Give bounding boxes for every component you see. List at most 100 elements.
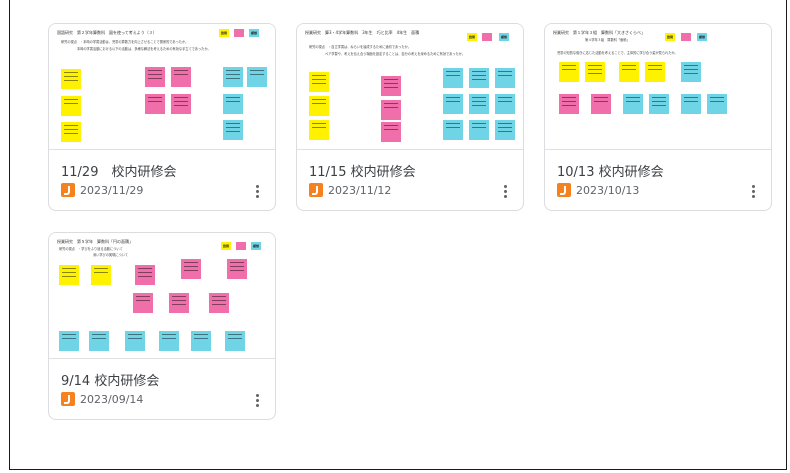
sticky-note: [91, 265, 111, 285]
sticky-note: [559, 94, 579, 114]
sticky-note: [585, 62, 605, 82]
sticky-note: [169, 293, 189, 313]
legend-pink: [482, 33, 492, 41]
sticky-note: [381, 100, 401, 120]
sticky-note: [225, 331, 245, 351]
legend-impression: 感想: [697, 33, 707, 41]
sticky-note: [681, 62, 701, 82]
sticky-note: [171, 94, 191, 114]
thumbnail-subtitle: 研究の視点 ・本時の学習活動は、児童の算数力を向上させることで関係的であったか。: [61, 40, 189, 44]
legend-question: 質問: [219, 29, 229, 37]
thumbnail-subtitle: 本時の学習活動における以下の活動は、多様な解法を考えるための有効な手立てであった…: [77, 47, 211, 51]
sticky-note: [89, 331, 109, 351]
legend-impression: 感想: [249, 29, 259, 37]
sticky-note: [309, 96, 329, 116]
sticky-note: [171, 67, 191, 87]
sticky-note: [681, 94, 701, 114]
jamboard-icon: [557, 183, 571, 197]
thumbnail-subtitle: 第４学年３組 算数科「面積」: [585, 38, 630, 42]
sticky-note: [145, 94, 165, 114]
more-options-button[interactable]: [253, 390, 261, 410]
sticky-note: [443, 94, 463, 114]
sticky-note: [707, 94, 727, 114]
more-options-button[interactable]: [749, 181, 757, 201]
thumbnail-title: 授業研究 第１学年３組 算数科「大きさくらべ」: [553, 30, 645, 35]
legend-pink: [234, 29, 244, 37]
board-card[interactable]: 授業研究 第５学年 算数科「円の面積」 研究の視点 ・学びをふり返る活動について…: [48, 232, 276, 420]
board-card[interactable]: 国語研究 第２学年算数科 図を使って考えよう（３） 研究の視点 ・本時の学習活動…: [48, 23, 276, 211]
sticky-note: [191, 331, 211, 351]
board-title[interactable]: 11/15 校内研修会: [309, 161, 416, 180]
sticky-note: [559, 62, 579, 82]
thumbnail-title: 授業研究 算3・4学年算数科 3年生 巧と比率 4年生 面積: [305, 30, 420, 35]
more-options-button[interactable]: [501, 181, 509, 201]
board-date: 2023/11/29: [80, 184, 144, 197]
board-list-frame: 国語研究 第２学年算数科 図を使って考えよう（３） 研究の視点 ・本時の学習活動…: [9, 0, 787, 470]
sticky-note: [443, 68, 463, 88]
sticky-note: [59, 331, 79, 351]
sticky-note: [649, 94, 669, 114]
jamboard-icon: [309, 183, 323, 197]
board-date: 2023/11/12: [328, 184, 392, 197]
thumbnail-subtitle: ペア学習や、考えを伝え合う場面を設定することは、自分の考えを深めるために有効であ…: [325, 52, 466, 56]
sticky-note: [645, 62, 665, 82]
sticky-note: [159, 331, 179, 351]
sticky-note: [59, 265, 79, 285]
sticky-note: [469, 94, 489, 114]
sticky-note: [145, 67, 165, 87]
sticky-note: [61, 96, 81, 116]
board-thumbnail[interactable]: 授業研究 第１学年３組 算数科「大きさくらべ」 第４学年３組 算数科「面積」 児…: [545, 24, 771, 150]
sticky-note: [125, 331, 145, 351]
jamboard-icon: [61, 183, 75, 197]
sticky-note: [591, 94, 611, 114]
legend-pink: [236, 242, 246, 250]
sticky-note: [619, 62, 639, 82]
board-title[interactable]: 11/29 校内研修会: [61, 161, 176, 180]
board-thumbnail[interactable]: 授業研究 算3・4学年算数科 3年生 巧と比率 4年生 面積 研究の視点 ・自立…: [297, 24, 523, 150]
board-thumbnail[interactable]: 国語研究 第２学年算数科 図を使って考えよう（３） 研究の視点 ・本時の学習活動…: [49, 24, 275, 150]
sticky-note: [223, 94, 243, 114]
thumbnail-subtitle: 児童の知的な働きに応じた活動を考えることで、主体的に学び合う姿が見られたか。: [557, 51, 678, 55]
sticky-note: [623, 94, 643, 114]
sticky-note: [495, 120, 515, 140]
sticky-note: [223, 120, 243, 140]
legend-question: 質問: [665, 33, 675, 41]
legend-pink: [681, 33, 691, 41]
legend-impression: 感想: [251, 242, 261, 250]
board-thumbnail[interactable]: 授業研究 第５学年 算数科「円の面積」 研究の視点 ・学びをふり返る活動について…: [49, 233, 275, 359]
board-card[interactable]: 授業研究 第１学年３組 算数科「大きさくらべ」 第４学年３組 算数科「面積」 児…: [544, 23, 772, 211]
thumbnail-subtitle: 深い学びの実現について: [93, 253, 128, 257]
board-date: 2023/10/13: [576, 184, 640, 197]
sticky-note: [61, 69, 81, 89]
sticky-note: [381, 122, 401, 142]
jamboard-icon: [61, 392, 75, 406]
legend-question: 質問: [467, 33, 477, 41]
sticky-note: [247, 67, 267, 87]
thumbnail-subtitle: 研究の視点 ・自立学習は、ねらいを達成するために適切であったか。: [309, 45, 411, 49]
sticky-note: [181, 259, 201, 279]
sticky-note: [227, 259, 247, 279]
sticky-note: [223, 67, 243, 87]
sticky-note: [381, 76, 401, 96]
thumbnail-title: 国語研究 第２学年算数科 図を使って考えよう（３）: [57, 30, 157, 35]
sticky-note: [135, 265, 155, 285]
sticky-note: [309, 120, 329, 140]
thumbnail-subtitle: 研究の視点 ・学びをふり返る活動について: [59, 247, 123, 251]
board-date: 2023/09/14: [80, 393, 144, 406]
sticky-note: [495, 94, 515, 114]
board-title[interactable]: 10/13 校内研修会: [557, 161, 664, 180]
board-card[interactable]: 授業研究 算3・4学年算数科 3年生 巧と比率 4年生 面積 研究の視点 ・自立…: [296, 23, 524, 211]
thumbnail-title: 授業研究 第５学年 算数科「円の面積」: [57, 239, 133, 244]
sticky-note: [443, 120, 463, 140]
more-options-button[interactable]: [253, 181, 261, 201]
board-title[interactable]: 9/14 校内研修会: [61, 370, 159, 389]
sticky-note: [469, 68, 489, 88]
sticky-note: [209, 293, 229, 313]
sticky-note: [133, 293, 153, 313]
sticky-note: [61, 122, 81, 142]
sticky-note: [495, 68, 515, 88]
legend-question: 質問: [221, 242, 231, 250]
sticky-note: [309, 72, 329, 92]
legend-impression: 感想: [499, 33, 509, 41]
sticky-note: [469, 120, 489, 140]
